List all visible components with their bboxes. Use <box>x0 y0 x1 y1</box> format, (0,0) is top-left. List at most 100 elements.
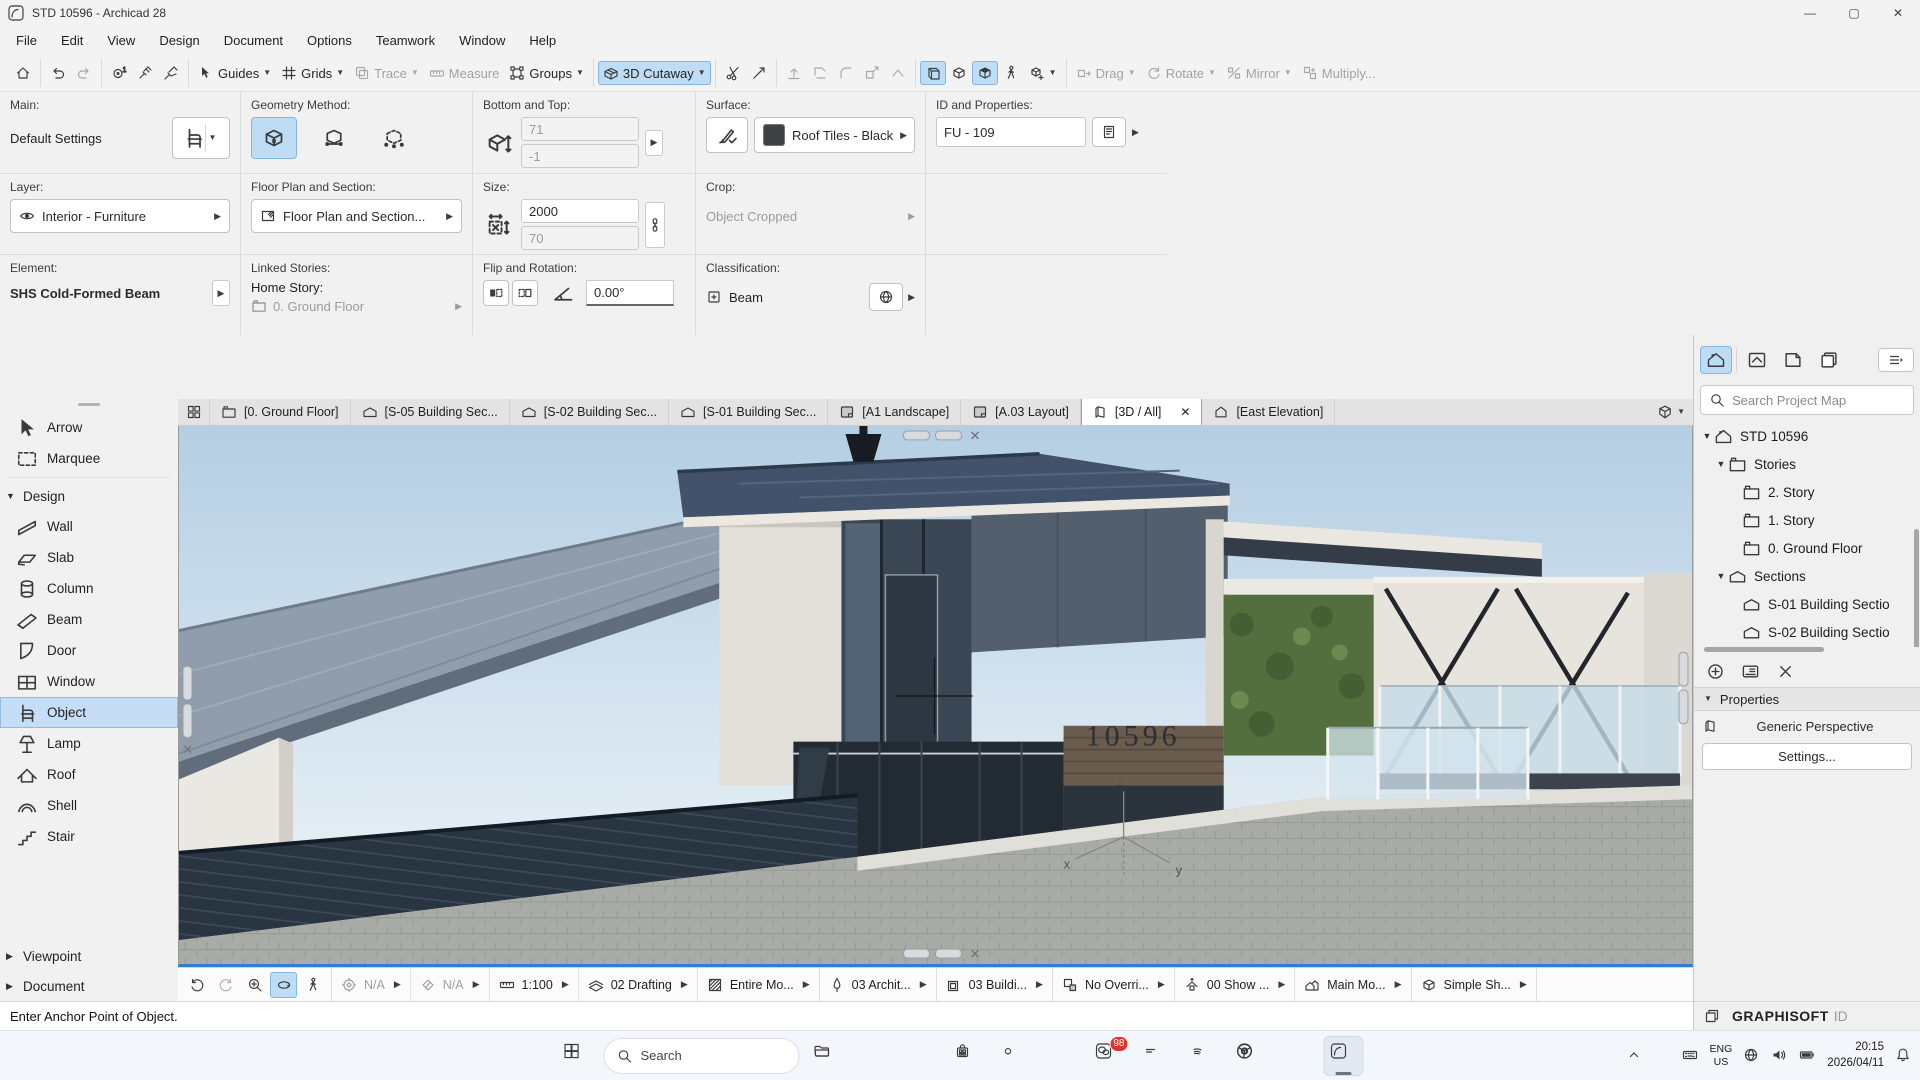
taskbar-wechat-button[interactable]: 98 <box>1089 1036 1129 1076</box>
view-map-button[interactable] <box>1741 346 1773 374</box>
caret-right-icon[interactable]: ▶ <box>6 981 16 992</box>
pickup-parameters-button[interactable]: 1 <box>106 61 132 85</box>
view-redo-button[interactable] <box>212 972 239 998</box>
tab-3d-all[interactable]: [3D / All]✕ <box>1081 399 1203 425</box>
hidden-icons-button[interactable] <box>1626 1047 1643 1064</box>
toolbox-item-beam[interactable]: Beam <box>0 604 178 635</box>
home-button[interactable] <box>10 61 36 85</box>
tab-a-03-layout[interactable]: [A.03 Layout] <box>961 399 1081 425</box>
menu-edit[interactable]: Edit <box>49 28 95 53</box>
mirror-button[interactable]: Mirror▼ <box>1221 61 1297 85</box>
measure-button[interactable]: Measure <box>424 61 505 85</box>
tab-overview-button[interactable] <box>178 399 210 425</box>
stretch-button[interactable] <box>859 61 885 85</box>
redo-button[interactable] <box>71 61 97 85</box>
settings-button[interactable]: Settings... <box>1702 743 1912 770</box>
taskbar-search[interactable]: Search <box>604 1038 800 1074</box>
tree-horizontal-scrollbar[interactable] <box>1704 647 1910 655</box>
toolbox-scroll-handle[interactable] <box>78 403 100 406</box>
toolbox-item-roof[interactable]: Roof <box>0 759 178 790</box>
toolbox-group-document[interactable]: ▶Document <box>0 971 178 1001</box>
navigator-search-input[interactable]: Search Project Map <box>1700 385 1914 415</box>
viewpoint-settings-icon[interactable] <box>1741 662 1760 681</box>
tree-item-s-02-building-sectio[interactable]: S-02 Building Sectio <box>1694 618 1920 646</box>
toolbox-item-wall[interactable]: Wall <box>0 511 178 542</box>
tree-item-0-ground-floor[interactable]: 0. Ground Floor <box>1694 534 1920 562</box>
chevron-right-icon[interactable]: ▶ <box>908 212 915 221</box>
toolbox-item-marquee[interactable]: Marquee <box>0 443 178 474</box>
caret-down-icon[interactable]: ▼ <box>1677 408 1685 416</box>
tab-east-elevation[interactable]: [East Elevation] <box>1202 399 1335 425</box>
properties-button[interactable] <box>1092 117 1126 147</box>
network-icon[interactable] <box>1743 1047 1760 1064</box>
bottom-top-expand-button[interactable]: ▶ <box>645 130 663 156</box>
taskbar-archicad-button[interactable] <box>1324 1036 1364 1076</box>
menu-teamwork[interactable]: Teamwork <box>364 28 447 53</box>
caret-down-icon[interactable]: ▼ <box>1700 431 1714 441</box>
close-button[interactable]: ✕ <box>1876 0 1920 26</box>
menu-help[interactable]: Help <box>517 28 568 53</box>
cutaway-button[interactable]: 3D Cutaway▼ <box>598 61 711 85</box>
toolbox-item-lamp[interactable]: Lamp <box>0 728 178 759</box>
taskbar-chat-button[interactable] <box>1136 1036 1176 1076</box>
taskbar-chrome-button[interactable] <box>1230 1036 1270 1076</box>
tree-item-std-10596[interactable]: ▼STD 10596 <box>1694 422 1920 450</box>
menu-design[interactable]: Design <box>147 28 211 53</box>
chevron-right-icon[interactable]: ▶ <box>455 302 462 311</box>
publisher-button[interactable] <box>1813 346 1845 374</box>
undo-button[interactable] <box>45 61 71 85</box>
quick-option-main-mo[interactable]: Main Mo...▶ <box>1295 968 1411 1001</box>
graphisoft-id-bar[interactable]: GRAPHISOFT ID <box>1694 1001 1920 1030</box>
menu-window[interactable]: Window <box>447 28 517 53</box>
multiply-button[interactable]: Multiply... <box>1297 61 1381 85</box>
caret-down-icon[interactable]: ▼ <box>6 491 16 501</box>
tree-item-sections[interactable]: ▼Sections <box>1694 562 1920 590</box>
taskbar-outlook-button[interactable] <box>995 1036 1035 1076</box>
quick-option-n-a[interactable]: N/A▶ <box>411 968 490 1001</box>
menu-view[interactable]: View <box>95 28 147 53</box>
delete-viewpoint-icon[interactable] <box>1776 662 1795 681</box>
quick-option-n-a[interactable]: N/A▶ <box>332 968 411 1001</box>
geometry-method-rotated-button[interactable] <box>311 117 357 159</box>
tab-s-02-building-sec[interactable]: [S-02 Building Sec... <box>510 399 669 425</box>
toolbox-item-window[interactable]: Window <box>0 666 178 697</box>
taskbar-spotify-button[interactable] <box>1183 1036 1223 1076</box>
taskbar-store-button[interactable] <box>948 1036 988 1076</box>
geometry-method-complex-button[interactable] <box>371 117 417 159</box>
rotation-angle-input[interactable]: 0.00° <box>586 280 674 306</box>
trim-button[interactable] <box>807 61 833 85</box>
volume-icon[interactable] <box>1771 1047 1788 1064</box>
grids-button[interactable]: Grids▼ <box>276 61 349 85</box>
surface-paint-button[interactable] <box>706 117 748 153</box>
menu-options[interactable]: Options <box>295 28 364 53</box>
window-restore-icon[interactable] <box>1704 1008 1720 1024</box>
taskbar-firefox-button[interactable] <box>901 1036 941 1076</box>
inject-polygon-button[interactable] <box>158 61 184 85</box>
layout-book-button[interactable] <box>1777 346 1809 374</box>
navigator-menu-button[interactable] <box>1878 348 1914 372</box>
default-settings-link[interactable]: Default Settings <box>10 131 102 146</box>
adjust-button[interactable] <box>746 61 772 85</box>
tab-s-01-building-sec[interactable]: [S-01 Building Sec... <box>669 399 828 425</box>
tree-item-2-story[interactable]: 2. Story <box>1694 478 1920 506</box>
tab-a1-landscape[interactable]: [A1 Landscape] <box>828 399 961 425</box>
caret-down-icon[interactable]: ▼ <box>209 134 217 142</box>
toolbox-item-stair[interactable]: Stair <box>0 821 178 852</box>
caret-down-icon[interactable]: ▼ <box>1714 459 1728 469</box>
orbit-button[interactable] <box>270 972 297 998</box>
quick-option-1-100[interactable]: 1:100▶ <box>490 968 579 1001</box>
quick-option-03-buildi[interactable]: 03 Buildi...▶ <box>937 968 1053 1001</box>
view-open-cube-button[interactable] <box>920 61 946 85</box>
tray-app-icon[interactable] <box>1654 1047 1671 1064</box>
caret-right-icon[interactable]: ▶ <box>6 951 16 962</box>
tree-item-stories[interactable]: ▼Stories <box>1694 450 1920 478</box>
tab-0-ground-floor[interactable]: [0. Ground Floor] <box>210 399 351 425</box>
caret-down-icon[interactable]: ▼ <box>1714 571 1728 581</box>
quick-option-03-archit[interactable]: 03 Archit...▶ <box>820 968 937 1001</box>
minimize-button[interactable]: — <box>1788 0 1832 26</box>
floor-plan-display-field[interactable]: Floor Plan and Section... ▶ <box>251 199 462 233</box>
fillet-button[interactable] <box>833 61 859 85</box>
taskbar-edge-button[interactable] <box>854 1036 894 1076</box>
keyboard-icon[interactable] <box>1682 1047 1699 1064</box>
view-shaded-cube-button[interactable] <box>972 61 998 85</box>
